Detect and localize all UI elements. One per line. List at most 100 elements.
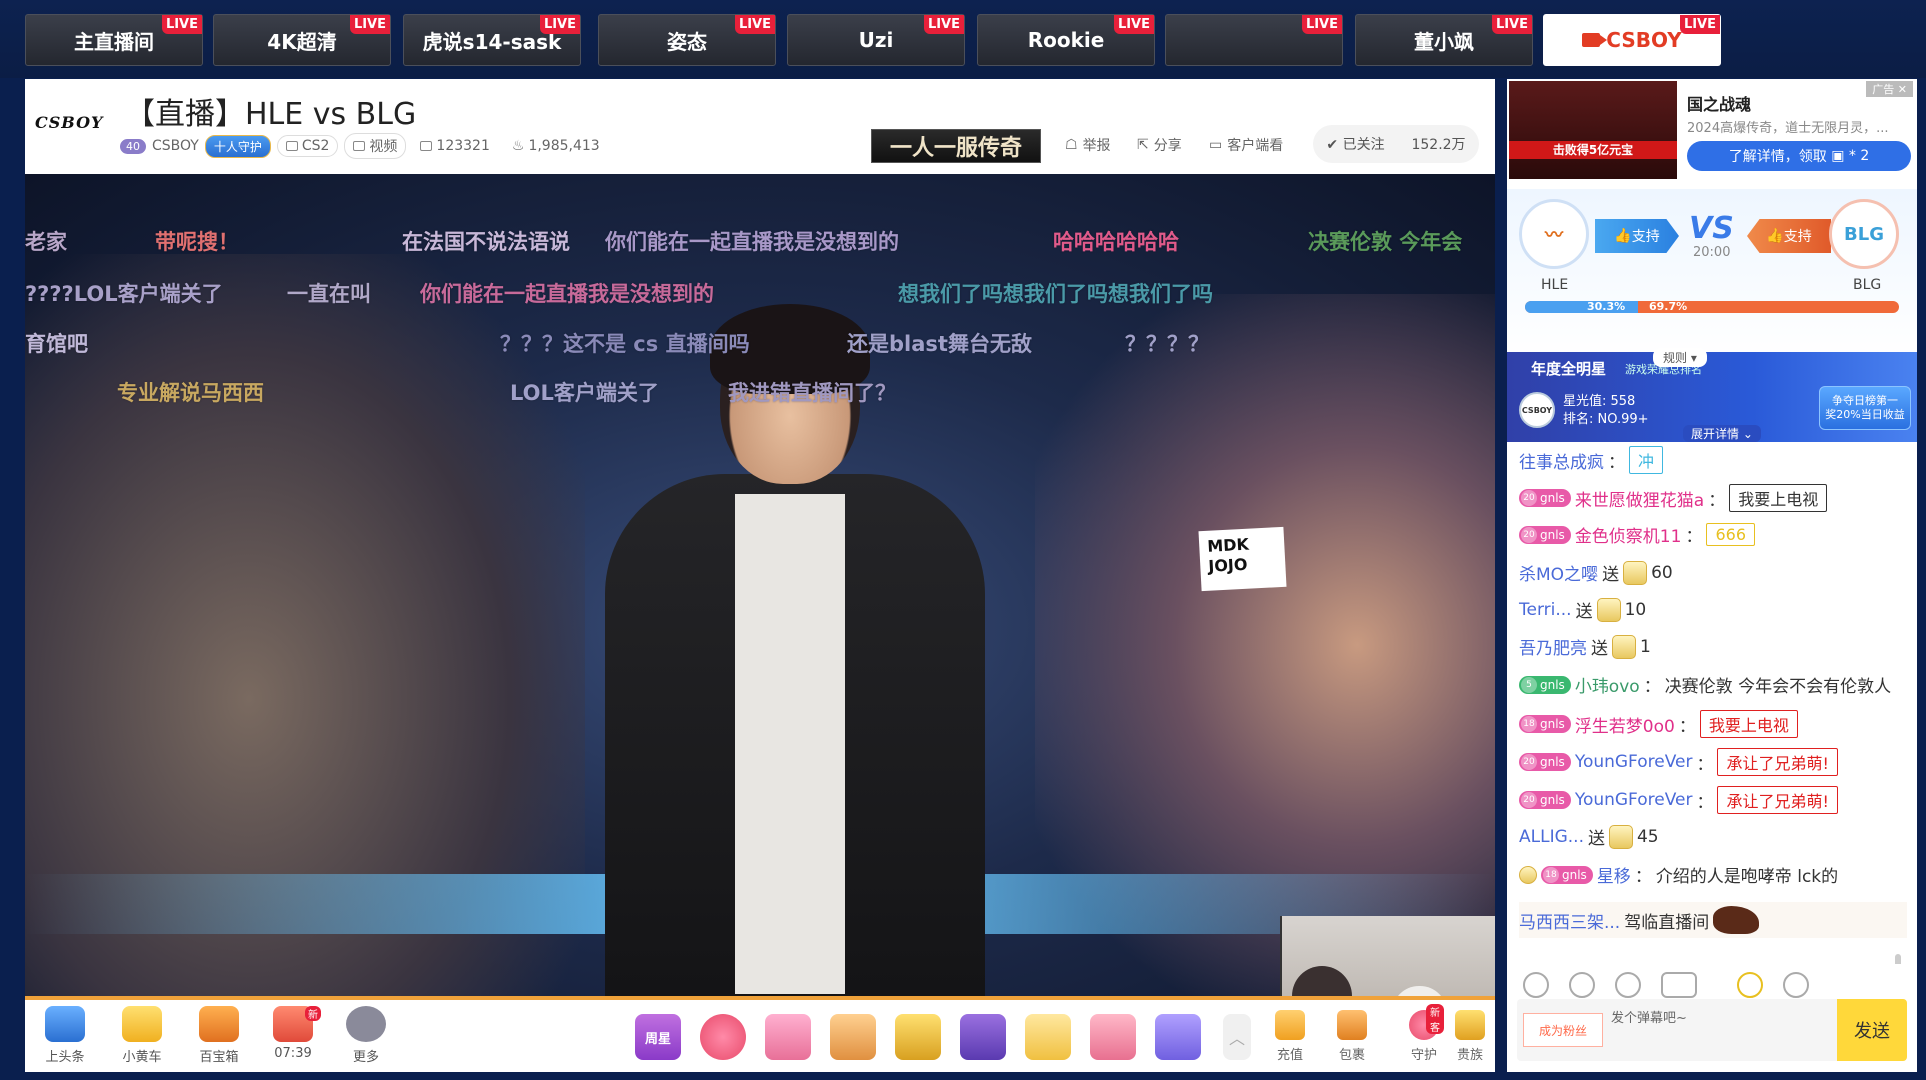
gift-box-icon[interactable] xyxy=(765,1014,811,1060)
noble-button[interactable]: 贵族 xyxy=(1450,1010,1490,1063)
crystal-gift-icon[interactable] xyxy=(1155,1014,1201,1060)
client-button[interactable]: ▭ 客户端看 xyxy=(1209,135,1283,155)
chat-username[interactable]: 吾乃肥亮 xyxy=(1519,634,1587,659)
tab-uzi[interactable]: Uzi LIVE xyxy=(787,14,965,66)
cta-line1: 争夺日榜第一 xyxy=(1832,394,1898,407)
coin-icon[interactable] xyxy=(1737,972,1763,998)
star-rank: 排名: NO.99+ xyxy=(1563,412,1649,427)
book-gift-icon[interactable] xyxy=(960,1014,1006,1060)
tv-timer-button[interactable]: 07:39 新 xyxy=(263,1006,323,1061)
doll-gift-icon[interactable] xyxy=(1090,1014,1136,1060)
chat-username[interactable]: 杀MO之嘤 xyxy=(1519,560,1598,585)
chat-username[interactable]: YounGForeVer xyxy=(1575,752,1693,772)
package-button[interactable]: 包裹 xyxy=(1332,1010,1372,1063)
chat-entry-message: 马西西三架... 驾临直播间 xyxy=(1519,902,1907,938)
chat-username[interactable]: 往事总成疯 xyxy=(1519,448,1604,473)
chat-username[interactable]: 金色侦察机11 xyxy=(1575,522,1682,547)
tab-hushuo[interactable]: 虎说s14-sask LIVE xyxy=(403,14,581,66)
fan-badge: 18 gnls xyxy=(1519,715,1571,733)
chat-gift-message: 杀MO之嘤送 60 xyxy=(1519,560,1673,585)
tab-dongxiaosa[interactable]: 董小飒 LIVE xyxy=(1355,14,1533,66)
chat-username[interactable]: 来世愿做狸花猫a xyxy=(1575,486,1704,511)
ad-title: 国之战魂 xyxy=(1687,95,1752,114)
weekly-star-gift[interactable]: 周星 xyxy=(635,1014,681,1060)
fan-level: 20 xyxy=(1521,526,1537,543)
daily-rank-button[interactable]: 争夺日榜第一 奖20%当日收益 xyxy=(1819,386,1911,430)
follow-button[interactable]: ✔ 已关注 152.2万 xyxy=(1313,125,1479,163)
picture-in-picture[interactable] xyxy=(1280,916,1495,996)
game-category[interactable]: CS2 xyxy=(276,135,339,157)
fan-level: 20 xyxy=(1521,754,1537,770)
chat-username[interactable]: 浮生若梦0o0 xyxy=(1575,712,1675,737)
tool-label: 充值 xyxy=(1276,1048,1303,1063)
gift-count: 45 xyxy=(1636,826,1659,847)
recharge-button[interactable]: 充值 xyxy=(1270,1010,1310,1063)
tab-main-room[interactable]: 主直播间 LIVE xyxy=(25,14,203,66)
danmu-input-area: 成为粉丝 发个弹幕吧~ 发送 xyxy=(1517,999,1907,1061)
video-player[interactable]: MDK JOJO 老家 带呢搜！ 在法国不说法语说 你们能在一起直播我是没想到的… xyxy=(25,174,1495,996)
convenience-icon[interactable] xyxy=(1569,972,1595,998)
chat-username[interactable]: 小玮ovo xyxy=(1575,672,1640,697)
guard-badge[interactable]: 十人守护 xyxy=(204,134,271,158)
ad-card[interactable]: 击败得5亿元宝 国之战魂 2024高爆传奇，道士无限月灵，... 了解详情，领取… xyxy=(1507,79,1917,184)
share-button[interactable]: ⇱ 分享 xyxy=(1137,135,1182,155)
video-link[interactable]: 视频 xyxy=(344,133,407,159)
house-icon xyxy=(420,141,433,151)
fan-club: gnls xyxy=(1540,755,1565,769)
wand-gift-icon[interactable] xyxy=(1025,1014,1071,1060)
tab-csboy[interactable]: CSBOY LIVE xyxy=(1543,14,1721,66)
danmu: 我进错直播间了？ xyxy=(728,381,896,405)
tab-unnamed[interactable]: LIVE xyxy=(1165,14,1343,66)
chevron-up-icon[interactable]: ︿ xyxy=(1223,1014,1251,1060)
headline-button[interactable]: 上头条 xyxy=(35,1006,95,1065)
ad-image[interactable]: 击败得5亿元宝 xyxy=(1509,81,1677,179)
heart-gift-icon[interactable] xyxy=(700,1014,746,1060)
settings-icon[interactable] xyxy=(1783,972,1809,998)
emoji-icon[interactable] xyxy=(1523,972,1549,998)
chat-scrollbar[interactable] xyxy=(1895,954,1901,964)
live-badge: LIVE xyxy=(349,15,390,34)
rule-button[interactable]: 规则 ▾ xyxy=(1653,348,1707,367)
support-team-a-button[interactable]: 👍 支持 xyxy=(1595,219,1679,253)
game-ad-banner[interactable]: 一人一服传奇 xyxy=(871,129,1041,163)
expand-details-button[interactable]: 展开详情 ⌄ xyxy=(1683,425,1761,442)
chat-username[interactable]: ALLIG... xyxy=(1519,827,1584,847)
widget-icon[interactable] xyxy=(1661,972,1697,998)
tab-zitai[interactable]: 姿态 LIVE xyxy=(598,14,776,66)
palette-icon[interactable] xyxy=(1615,972,1641,998)
allstar-card[interactable]: 年度全明星 游戏荣耀总排名 规则 ▾ CSBOY 星光值: 558 排名: NO… xyxy=(1507,348,1917,442)
team-b-percent: 69.7% xyxy=(1649,300,1688,313)
become-fan-button[interactable]: 成为粉丝 xyxy=(1523,1013,1603,1047)
send-button[interactable]: 发送 xyxy=(1837,999,1907,1061)
ad-tag[interactable]: 广告 ✕ xyxy=(1866,81,1913,97)
support-team-b-button[interactable]: 👍 支持 xyxy=(1747,219,1831,253)
close-icon[interactable]: ✕ xyxy=(1898,83,1907,96)
chat-sep: ： xyxy=(1708,490,1726,511)
ad-claim-button[interactable]: 了解详情，领取 ▣ * 2 xyxy=(1687,141,1911,171)
chat-username[interactable]: 马西西三架... xyxy=(1519,908,1620,933)
share-label: 分享 xyxy=(1153,138,1182,154)
character-gift-icon[interactable] xyxy=(830,1014,876,1060)
danmu: 一直在叫 xyxy=(287,282,371,306)
more-button[interactable]: 更多 xyxy=(336,1006,396,1065)
tool-label: 贵族 xyxy=(1456,1048,1483,1063)
gift-action: 送 xyxy=(1602,565,1620,585)
live-badge: LIVE xyxy=(161,15,202,34)
danmu: 想我们了吗想我们了吗想我们了吗 xyxy=(898,282,1213,306)
rule-label: 规则 xyxy=(1663,351,1688,365)
treasure-button[interactable]: 百宝箱 xyxy=(189,1006,249,1065)
danmu-input[interactable]: 发个弹幕吧~ xyxy=(1611,1007,1687,1026)
tab-4k[interactable]: 4K超清 LIVE xyxy=(213,14,391,66)
tab-rookie[interactable]: Rookie LIVE xyxy=(977,14,1155,66)
guard-button[interactable]: 守护 新客 xyxy=(1404,1004,1444,1063)
gift-icon xyxy=(1596,597,1621,622)
host-name[interactable]: CSBOY xyxy=(152,138,199,154)
report-button[interactable]: ☖ 举报 xyxy=(1065,135,1111,155)
star-points: 星光值: 558 xyxy=(1563,394,1636,409)
chat-username[interactable]: Terri... xyxy=(1519,600,1572,620)
ticket-gift-icon[interactable] xyxy=(895,1014,941,1060)
chat-message: 20 gnls 金色侦察机11： 666 xyxy=(1519,522,1755,547)
chat-username[interactable]: YounGForeVer xyxy=(1575,790,1693,810)
cart-button[interactable]: 小黄车 xyxy=(112,1006,172,1065)
chat-username[interactable]: 星移 xyxy=(1597,862,1631,887)
